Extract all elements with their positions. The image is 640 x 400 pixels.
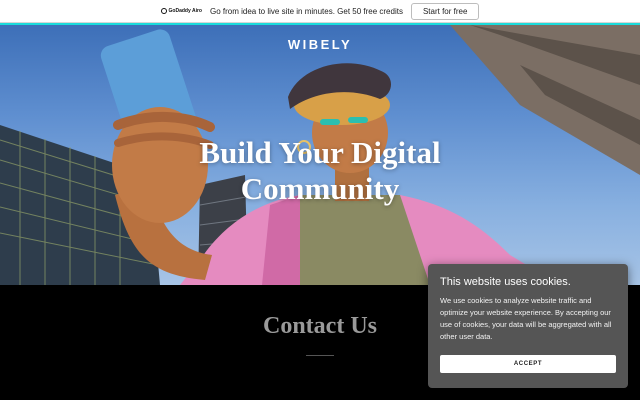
site-logo[interactable]: WIBELY [0, 37, 640, 52]
promo-bar: GoDaddy Airo Go from idea to live site i… [0, 0, 640, 23]
cookie-banner: This website uses cookies. We use cookie… [428, 264, 628, 388]
hero-section: WIBELY Build Your Digital Community [0, 25, 640, 285]
hero-title: Build Your Digital Community [199, 135, 441, 206]
cookie-banner-text: We use cookies to analyze website traffi… [440, 296, 612, 341]
promo-brand-name: GoDaddy Airo [168, 8, 202, 14]
accept-cookies-button[interactable]: ACCEPT [440, 355, 616, 373]
cookie-banner-title: This website uses cookies. [440, 276, 571, 288]
godaddy-logo-icon [160, 8, 167, 14]
godaddy-brand[interactable]: GoDaddy Airo [160, 8, 202, 14]
promo-message: Go from idea to live site in minutes. Ge… [209, 6, 403, 16]
start-for-free-button[interactable]: Start for free [410, 2, 480, 20]
page: GoDaddy Airo Go from idea to live site i… [0, 0, 640, 400]
section-divider [306, 355, 334, 356]
